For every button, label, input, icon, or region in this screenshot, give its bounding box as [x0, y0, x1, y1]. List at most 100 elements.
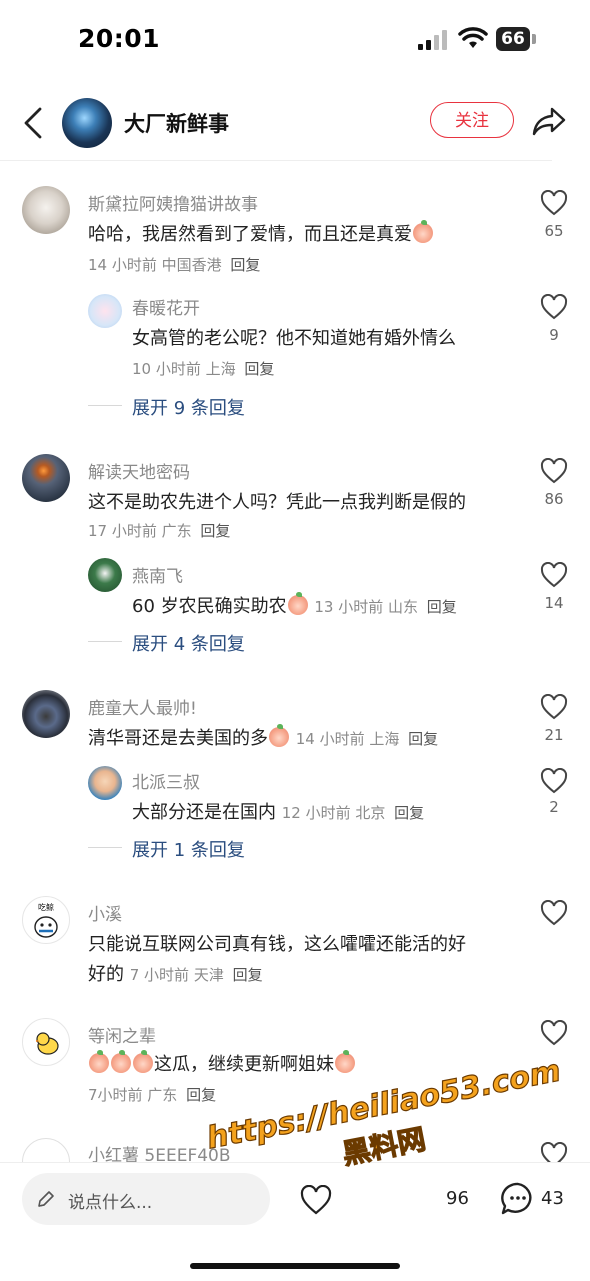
heart-icon[interactable]: [540, 294, 568, 320]
reply-user-name[interactable]: 北派三叔: [132, 768, 200, 793]
heart-icon[interactable]: [540, 768, 568, 794]
heart-icon[interactable]: [540, 900, 568, 926]
like-count: 9: [549, 326, 559, 344]
like-count: 86: [544, 490, 564, 508]
reply-text[interactable]: 60 岁农民确实助农 13 小时前 山东 回复: [132, 592, 457, 618]
peach-emoji-icon: [413, 220, 433, 243]
commenter-name[interactable]: 等闲之辈: [88, 1022, 156, 1047]
account-avatar[interactable]: [62, 98, 112, 148]
commenter-avatar[interactable]: [22, 186, 70, 234]
reply-avatar[interactable]: [88, 294, 122, 328]
pencil-icon: [38, 1191, 54, 1207]
expand-divider: [88, 405, 122, 406]
header-divider: [0, 160, 552, 161]
reply-time-location: 13 小时前 山东: [314, 598, 418, 616]
comment-time-location: 14 小时前 上海: [295, 730, 400, 748]
comment-time-location: 14 小时前 中国香港: [88, 256, 222, 274]
comment-time-location: 17 小时前 广东: [88, 522, 192, 540]
reply-button[interactable]: 回复: [427, 598, 457, 616]
expand-divider: [88, 641, 122, 642]
reply-text[interactable]: 大部分还是在国内 12 小时前 北京 回复: [132, 798, 424, 824]
reply-button[interactable]: 回复: [200, 522, 230, 540]
commenter-name[interactable]: 斯黛拉阿姨撸猫讲故事: [88, 190, 258, 215]
account-title[interactable]: 大厂新鲜事: [124, 108, 229, 138]
heart-icon[interactable]: [540, 190, 568, 216]
reply-button[interactable]: 回复: [244, 360, 274, 378]
reply-avatar[interactable]: [88, 558, 122, 592]
reply-text-content: 60 岁农民确实助农: [132, 596, 287, 617]
comment-text[interactable]: 清华哥还是去美国的多 14 小时前 上海 回复: [88, 724, 438, 750]
expand-replies-link[interactable]: 展开 1 条回复: [132, 836, 245, 862]
crying-peach-emoji-icon: [269, 724, 289, 747]
commenter-avatar[interactable]: 吃鲸: [22, 896, 70, 944]
comment-time-location: 7 小时前 天津: [129, 966, 224, 984]
commenter-name[interactable]: 小溪: [88, 900, 122, 925]
like-count: 21: [544, 726, 564, 744]
commenter-avatar[interactable]: [22, 690, 70, 738]
reply-button[interactable]: 回复: [394, 804, 424, 822]
comment-time-location: 7小时前 广东: [88, 1086, 178, 1104]
follow-button[interactable]: 关注: [430, 102, 514, 138]
comment-text[interactable]: 只能说互联网公司真有钱，这么嚯嚯还能活的好: [88, 930, 466, 956]
reply-meta: 12 小时前 北京 回复: [282, 804, 424, 822]
wifi-icon: [458, 27, 488, 48]
commenter-avatar[interactable]: [22, 1018, 70, 1066]
reply-user-name[interactable]: 春暖花开: [132, 294, 200, 319]
expand-replies-link[interactable]: 展开 9 条回复: [132, 394, 245, 420]
comment-input-placeholder: 说点什么...: [68, 1193, 153, 1213]
comment-bubble-icon[interactable]: [500, 1181, 536, 1217]
reply-text-content: 大部分还是在国内: [132, 802, 276, 823]
comment-text-line2[interactable]: 好的 7 小时前 天津 回复: [88, 960, 263, 986]
heart-icon[interactable]: [540, 1020, 568, 1046]
reply-text[interactable]: 女高管的老公呢？他不知道她有婚外情么: [132, 324, 456, 350]
reply-button[interactable]: 回复: [233, 966, 263, 984]
back-arrow-icon[interactable]: [22, 106, 44, 140]
crying-peach-emoji-icon: [287, 592, 308, 615]
reply-button[interactable]: 回复: [230, 256, 260, 274]
heart-icon[interactable]: [540, 562, 568, 588]
like-count: 14: [544, 594, 564, 612]
duck-icon: [36, 1032, 59, 1055]
commenter-name[interactable]: 解读天地密码: [88, 458, 190, 483]
cartoon-face-icon: [34, 916, 58, 938]
like-count: 65: [544, 222, 564, 240]
like-post-icon[interactable]: [300, 1185, 332, 1215]
comment-text[interactable]: 这不是助农先进个人吗？凭此一点我判断是假的: [88, 488, 466, 514]
comment-text[interactable]: 哈哈，我居然看到了爱情，而且还是真爱: [88, 220, 434, 246]
comment-meta: 14 小时前 中国香港 回复: [88, 254, 260, 275]
comment-text-content: 哈哈，我居然看到了爱情，而且还是真爱: [88, 224, 412, 245]
comment-text[interactable]: 这瓜，继续更新啊姐妹: [88, 1050, 356, 1076]
comment-text-content: 清华哥还是去美国的多: [88, 728, 268, 749]
battery-tip: [532, 34, 536, 44]
battery-indicator: 66: [496, 27, 530, 51]
crying-peach-emoji-icon: [133, 1050, 153, 1073]
top-nav: 大厂新鲜事 关注: [0, 88, 590, 160]
comment-meta: 7 小时前 天津 回复: [130, 966, 263, 984]
crying-peach-emoji-icon: [335, 1050, 355, 1073]
comment-meta: 14 小时前 上海 回复: [296, 730, 438, 748]
commenter-name[interactable]: 鹿童大人最帅!: [88, 694, 197, 719]
reply-button[interactable]: 回复: [408, 730, 438, 748]
like-count: 2: [549, 798, 559, 816]
expand-divider: [88, 847, 122, 848]
reply-time-location: 12 小时前 北京: [281, 804, 386, 822]
reply-time-location: 10 小时前 上海: [132, 360, 236, 378]
reply-user-name[interactable]: 燕南飞: [132, 562, 183, 587]
heart-icon[interactable]: [540, 458, 568, 484]
reply-meta: 13 小时前 山东 回复: [314, 598, 456, 616]
share-icon[interactable]: [532, 106, 566, 136]
comment-meta: 7小时前 广东 回复: [88, 1084, 216, 1105]
comment-count: 43: [541, 1188, 564, 1209]
reply-meta: 10 小时前 上海 回复: [132, 358, 274, 379]
commenter-avatar[interactable]: [22, 454, 70, 502]
crying-peach-emoji-icon: [89, 1050, 109, 1073]
expand-replies-link[interactable]: 展开 4 条回复: [132, 630, 245, 656]
collect-count: 96: [446, 1188, 469, 1209]
reply-avatar[interactable]: [88, 766, 122, 800]
reply-button[interactable]: 回复: [186, 1086, 216, 1104]
status-bar: 20:01 66: [0, 0, 590, 80]
home-indicator: [190, 1263, 400, 1269]
heart-icon[interactable]: [540, 694, 568, 720]
comment-meta: 17 小时前 广东 回复: [88, 520, 230, 541]
status-time: 20:01: [78, 24, 161, 53]
